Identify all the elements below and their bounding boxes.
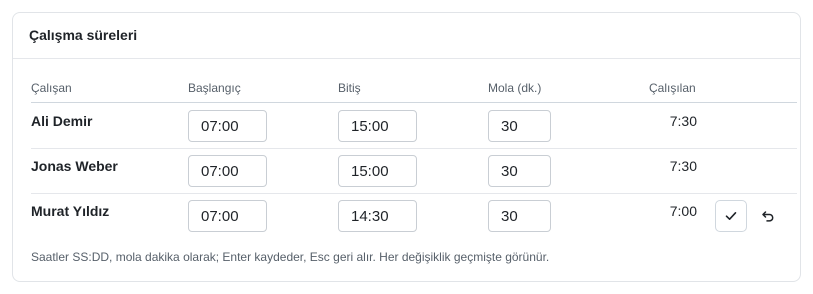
row-divider bbox=[31, 148, 797, 149]
start-time-input[interactable] bbox=[188, 200, 267, 232]
employee-name: Ali Demir bbox=[31, 113, 93, 129]
header-divider bbox=[31, 102, 797, 103]
start-time-input[interactable] bbox=[188, 155, 267, 187]
work-hours-card: Çalışma süreleri Çalışan Başlangıç Bitiş… bbox=[12, 12, 801, 282]
check-icon bbox=[725, 212, 737, 220]
save-row-button[interactable] bbox=[715, 200, 747, 232]
help-text: Saatler SS:DD, mola dakika olarak; Enter… bbox=[31, 250, 550, 264]
header-break: Mola (dk.) bbox=[488, 81, 542, 95]
break-minutes-input[interactable] bbox=[488, 110, 551, 142]
worked-duration: 7:00 bbox=[669, 203, 697, 219]
employee-name: Jonas Weber bbox=[31, 158, 118, 174]
break-minutes-input[interactable] bbox=[488, 200, 551, 232]
worked-duration: 7:30 bbox=[669, 158, 697, 174]
header-employee: Çalışan bbox=[31, 81, 72, 95]
employee-name: Murat Yıldız bbox=[31, 203, 110, 219]
header-worked: Çalışılan bbox=[649, 81, 696, 95]
row-divider bbox=[31, 193, 797, 194]
start-time-input[interactable] bbox=[188, 110, 267, 142]
header-end: Bitiş bbox=[338, 81, 361, 95]
worked-duration: 7:30 bbox=[669, 113, 697, 129]
undo-icon bbox=[762, 211, 774, 222]
end-time-input[interactable] bbox=[338, 110, 417, 142]
end-time-input[interactable] bbox=[338, 155, 417, 187]
card-header: Çalışma süreleri bbox=[13, 13, 800, 59]
card-title: Çalışma süreleri bbox=[29, 27, 138, 43]
undo-row-button[interactable] bbox=[753, 200, 783, 232]
header-start: Başlangıç bbox=[188, 81, 241, 95]
end-time-input[interactable] bbox=[338, 200, 417, 232]
break-minutes-input[interactable] bbox=[488, 155, 551, 187]
